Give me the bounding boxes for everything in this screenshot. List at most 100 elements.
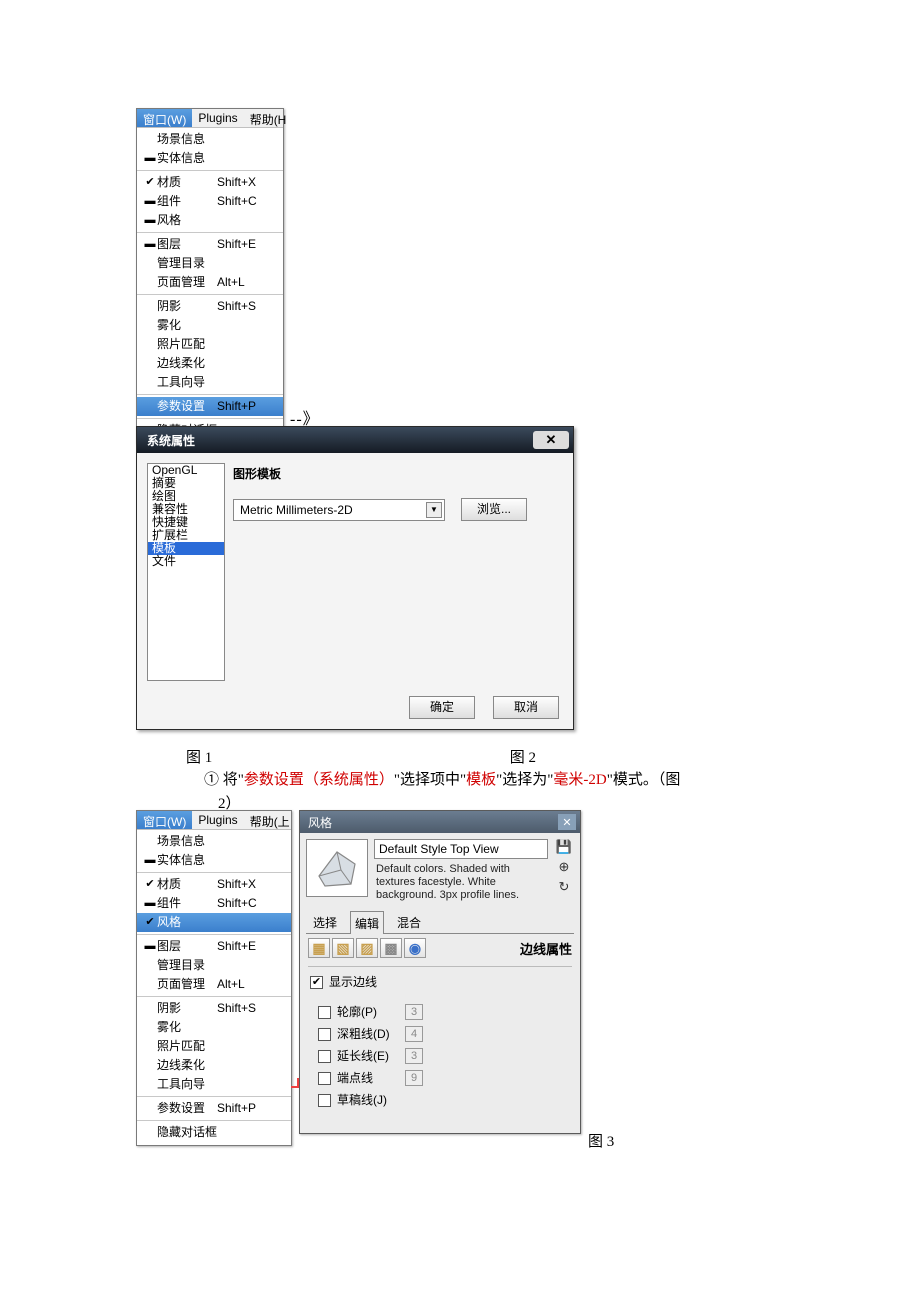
circled-1: ① [204,772,219,788]
menu-entity-info[interactable]: ▬实体信息 [137,149,283,168]
style-name-field[interactable]: Default Style Top View [374,839,548,859]
template-combo[interactable]: Metric Millimeters-2D ▼ [233,499,445,521]
txt4: "模式。（图 [607,772,681,788]
endpt-value[interactable]: 9 [405,1070,423,1086]
close-icon[interactable]: ✕ [533,431,569,449]
menu2-photomatch[interactable]: 照片匹配 [137,1037,291,1056]
dialog-title-text: 系统属性 [147,432,195,449]
profile-label: 轮廓(P) [337,1003,397,1021]
modeling-mode-icon[interactable]: ◉ [404,938,426,958]
chevron-down-icon[interactable]: ▼ [426,502,442,518]
checkbox-icon[interactable] [318,1028,331,1041]
menu-fog[interactable]: 雾化 [137,316,283,335]
styles-close-icon[interactable]: ✕ [558,814,576,830]
styles-tab-mix[interactable]: 混合 [392,910,426,933]
menu-pages[interactable]: 页面管理Alt+L [137,273,283,292]
show-edges-check[interactable]: ✔ 显示边线 [300,971,580,993]
sketchy-label: 草稿线(J) [337,1091,387,1109]
depth-check[interactable]: 深粗线(D) 4 [300,1023,580,1045]
menu2-outline[interactable]: 管理目录 [137,956,291,975]
tab-window[interactable]: 窗口(W) [137,109,192,127]
endpt-check[interactable]: 端点线 9 [300,1067,580,1089]
browse-button[interactable]: 浏览... [461,498,527,521]
ext-value[interactable]: 3 [405,1048,423,1064]
styles-titlebar[interactable]: 风格 ✕ [300,811,580,833]
menu2-pages[interactable]: 页面管理Alt+L [137,975,291,994]
menu-preferences[interactable]: 参数设置Shift+P [137,397,283,416]
checkbox-icon[interactable] [318,1072,331,1085]
menu-shadow[interactable]: 阴影Shift+S [137,297,283,316]
menu2-entity-info[interactable]: ▬实体信息 [137,851,291,870]
add-style-icon[interactable]: ⊕ [556,859,572,875]
menu2-component[interactable]: ▬组件Shift+C [137,894,291,913]
list-file[interactable]: 文件 [148,555,224,568]
checkbox-checked-icon[interactable]: ✔ [310,976,323,989]
depth-label: 深粗线(D) [337,1025,397,1043]
styles-tab-select[interactable]: 选择 [308,910,342,933]
dialog-titlebar[interactable]: 系统属性 ✕ [137,427,573,453]
menu-scene-info[interactable]: 场景信息 [137,130,283,149]
save-style-icon[interactable]: 💾 [556,839,572,855]
instruction-line: ① 将"参数设置（系统属性）"选择项中"模板"选择为"毫米-2D"模式。（图 [204,768,784,792]
cancel-button[interactable]: 取消 [493,696,559,719]
checkbox-icon[interactable] [318,1050,331,1063]
tab2-window[interactable]: 窗口(W) [137,811,192,829]
show-edges-label: 显示边线 [329,973,377,991]
menu-style[interactable]: ▬风格 [137,211,283,230]
menu2-soften[interactable]: 边线柔化 [137,1056,291,1075]
checkbox-icon[interactable] [318,1094,331,1107]
menu-component[interactable]: ▬组件Shift+C [137,192,283,211]
refresh-icon[interactable]: ↻ [556,879,572,895]
ext-check[interactable]: 延长线(E) 3 [300,1045,580,1067]
menu2-preferences[interactable]: 参数设置Shift+P [137,1099,291,1118]
ext-label: 延长线(E) [337,1047,397,1065]
menu-material[interactable]: ✔材质Shift+X [137,173,283,192]
category-list[interactable]: OpenGL 摘要 绘图 兼容性 快捷键 扩展栏 模板 文件 [147,463,225,681]
sketchy-check[interactable]: 草稿线(J) [300,1089,580,1111]
window-menu-2: 窗口(W) Plugins 帮助(上 场景信息 ▬实体信息 ✔材质Shift+X… [136,810,292,1146]
menu-soften[interactable]: 边线柔化 [137,354,283,373]
menu2-instructor[interactable]: 工具向导 [137,1075,291,1094]
red3: 毫米-2D [553,772,606,788]
menu2-style[interactable]: ✔风格 [137,913,291,932]
system-properties-dialog: 系统属性 ✕ OpenGL 摘要 绘图 兼容性 快捷键 扩展栏 模板 文件 图形… [136,426,574,730]
tab2-plugins[interactable]: Plugins [192,811,243,829]
tab-help[interactable]: 帮助(H [244,109,293,127]
edge-mode-icon[interactable]: ▦ [308,938,330,958]
menu-layer[interactable]: ▬图层Shift+E [137,235,283,254]
fig3-caption: 图 3 [588,1130,614,1151]
txt2: "选择项中" [394,772,466,788]
red2: 模板 [466,772,496,788]
tab-plugins[interactable]: Plugins [192,109,243,127]
endpt-label: 端点线 [337,1069,397,1087]
ok-button[interactable]: 确定 [409,696,475,719]
menu2-layer[interactable]: ▬图层Shift+E [137,937,291,956]
profile-check[interactable]: 轮廓(P) 3 [300,1001,580,1023]
menu-photomatch[interactable]: 照片匹配 [137,335,283,354]
edge-props-label: 边线属性 [520,939,572,958]
menu-instructor[interactable]: 工具向导 [137,373,283,392]
menu2-fog[interactable]: 雾化 [137,1018,291,1037]
checkbox-icon[interactable] [318,1006,331,1019]
pane-title: 图形模板 [233,465,563,482]
style-thumbnail [306,839,368,897]
profile-value[interactable]: 3 [405,1004,423,1020]
bg-mode-icon[interactable]: ▨ [356,938,378,958]
red-tick-mark [291,1078,299,1088]
menu2-tab-bar: 窗口(W) Plugins 帮助(上 [137,811,291,830]
menu-tab-bar: 窗口(W) Plugins 帮助(H [137,109,283,128]
styles-title-text: 风格 [308,814,332,831]
styles-tab-edit[interactable]: 编辑 [350,911,384,934]
menu2-material[interactable]: ✔材质Shift+X [137,875,291,894]
depth-value[interactable]: 4 [405,1026,423,1042]
red1: 参数设置（系统属性） [244,772,394,788]
txt1: 将" [219,772,244,788]
tab2-help[interactable]: 帮助(上 [244,811,296,829]
menu-outline[interactable]: 管理目录 [137,254,283,273]
menu2-shadow[interactable]: 阴影Shift+S [137,999,291,1018]
face-mode-icon[interactable]: ▧ [332,938,354,958]
watermark-mode-icon[interactable]: ▩ [380,938,402,958]
menu2-hide-dialogs[interactable]: 隐藏对话框 [137,1123,291,1142]
menu2-scene-info[interactable]: 场景信息 [137,832,291,851]
fig2-caption: 图 2 [510,746,536,767]
